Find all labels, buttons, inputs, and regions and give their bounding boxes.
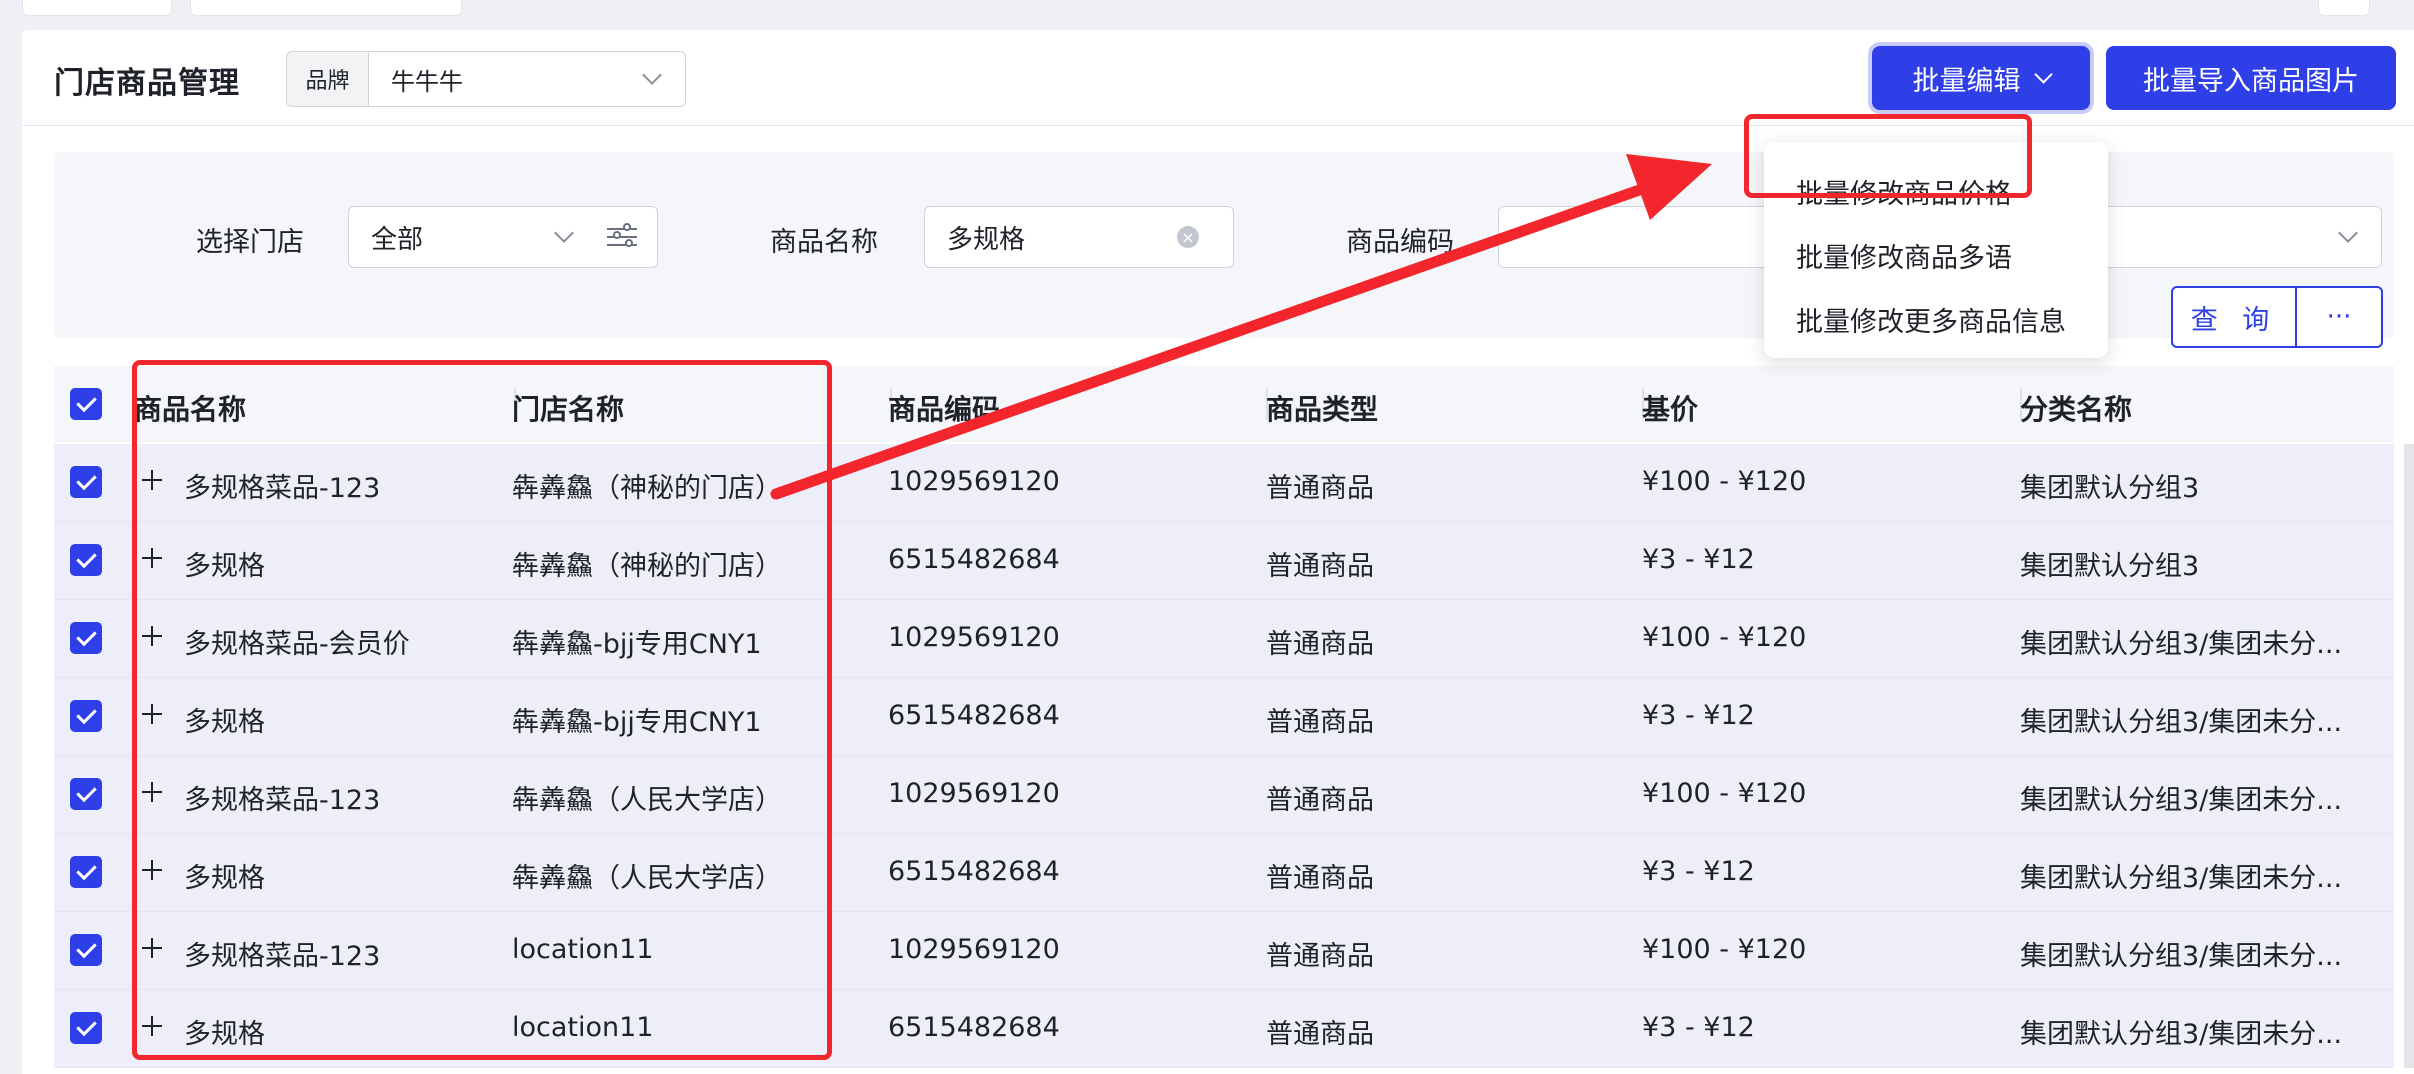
- tab-stub[interactable]: [22, 0, 172, 16]
- top-tab-strip: [0, 0, 2414, 22]
- annotation-arrow: [770, 154, 1712, 500]
- main-panel: 门店商品管理 品牌 牛牛牛 批量编辑 批量导入商品图片 选择门店 全部 商品名称…: [22, 30, 2414, 1074]
- tab-stub[interactable]: [2318, 0, 2370, 16]
- tab-stub[interactable]: [190, 0, 462, 16]
